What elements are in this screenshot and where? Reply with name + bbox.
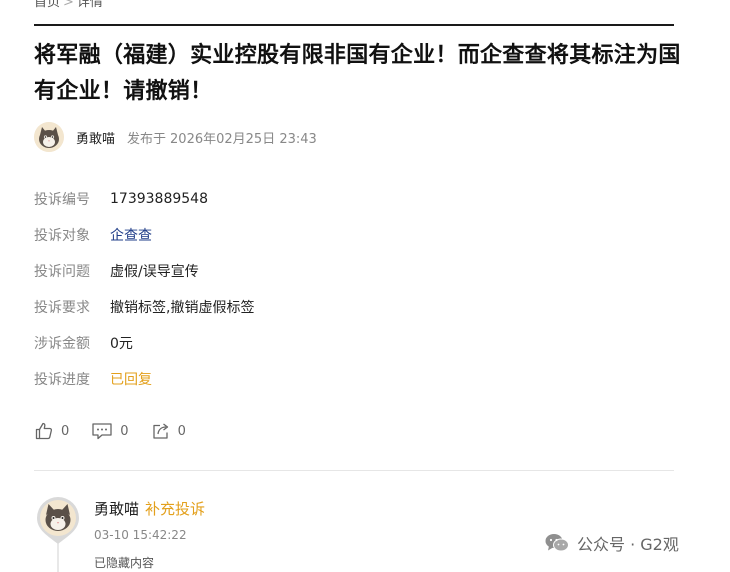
- reply-content: 已隐藏内容: [94, 556, 155, 570]
- complaint-target-row: 投诉对象 企查查: [34, 217, 254, 253]
- complaint-demand-value: 撤销标签,撤销虚假标签: [110, 300, 255, 316]
- reply-author[interactable]: 勇敢喵: [94, 498, 139, 519]
- complaint-id-row: 投诉编号 17393889548: [34, 181, 254, 217]
- complaint-demand-label: 投诉要求: [34, 300, 90, 316]
- author-row: 勇敢喵 发布于 2026年02月25日 23:43: [34, 121, 317, 153]
- complaint-issue-row: 投诉问题 虚假/误导宣传: [34, 253, 254, 289]
- action-bar: 0 0 0: [34, 421, 208, 441]
- complaint-id-value: 17393889548: [110, 191, 208, 207]
- complaint-amount-label: 涉诉金额: [34, 336, 90, 352]
- thumbs-up-icon: [35, 422, 53, 440]
- published-date: 2026年02月25日 23:43: [170, 131, 317, 147]
- comment-count: 0: [120, 423, 129, 439]
- reply-type-label: 补充投诉: [145, 500, 206, 518]
- complaint-amount-row: 涉诉金额 0元: [34, 325, 254, 361]
- complaint-progress-label: 投诉进度: [34, 372, 90, 388]
- share-button[interactable]: 0: [151, 421, 186, 441]
- complaint-id-label: 投诉编号: [34, 192, 90, 208]
- breadcrumb-home[interactable]: 首页: [34, 0, 60, 10]
- status-badge: 已回复: [110, 372, 152, 388]
- complaint-details: 投诉编号 17393889548 投诉对象 企查查 投诉问题 虚假/误导宣传 投…: [34, 181, 254, 397]
- complaint-issue-value: 虚假/误导宣传: [110, 264, 199, 280]
- page-title: 将军融（福建）实业控股有限非国有企业！而企查查将其标注为国有企业！请撤销！: [34, 43, 681, 104]
- breadcrumb-separator: >: [63, 0, 74, 10]
- like-button[interactable]: 0: [34, 421, 69, 441]
- comment-button[interactable]: 0: [91, 421, 129, 441]
- like-count: 0: [61, 423, 70, 439]
- complaint-target-label: 投诉对象: [34, 228, 90, 244]
- avatar[interactable]: [34, 122, 64, 152]
- share-icon: [152, 423, 168, 439]
- author-name[interactable]: 勇敢喵: [76, 128, 115, 147]
- header-divider: [34, 24, 674, 26]
- complaint-issue-label: 投诉问题: [34, 264, 90, 280]
- breadcrumb-current: 详情: [76, 0, 103, 10]
- section-divider: [34, 470, 674, 471]
- complaint-demand-row: 投诉要求 撤销标签,撤销虚假标签: [34, 289, 254, 325]
- published-label: 发布于: [127, 131, 167, 147]
- cat-avatar-icon: [34, 122, 64, 152]
- complaint-progress-row: 投诉进度 已回复: [34, 361, 254, 397]
- complaint-amount-value: 0元: [110, 336, 133, 352]
- reply-avatar-icon[interactable]: [34, 494, 82, 572]
- share-count: 0: [177, 423, 186, 439]
- watermark: 公众号 · G2观: [545, 531, 679, 555]
- reply-timestamp: 03-10 15:42:22: [94, 528, 187, 542]
- comment-icon: [92, 423, 112, 440]
- reply-header: 勇敢喵 补充投诉: [94, 498, 205, 519]
- watermark-text: 公众号 · G2观: [577, 535, 679, 554]
- complaint-target-link[interactable]: 企查查: [110, 225, 152, 245]
- wechat-icon: [545, 534, 569, 552]
- breadcrumb: 首页 > 详情: [34, 0, 103, 10]
